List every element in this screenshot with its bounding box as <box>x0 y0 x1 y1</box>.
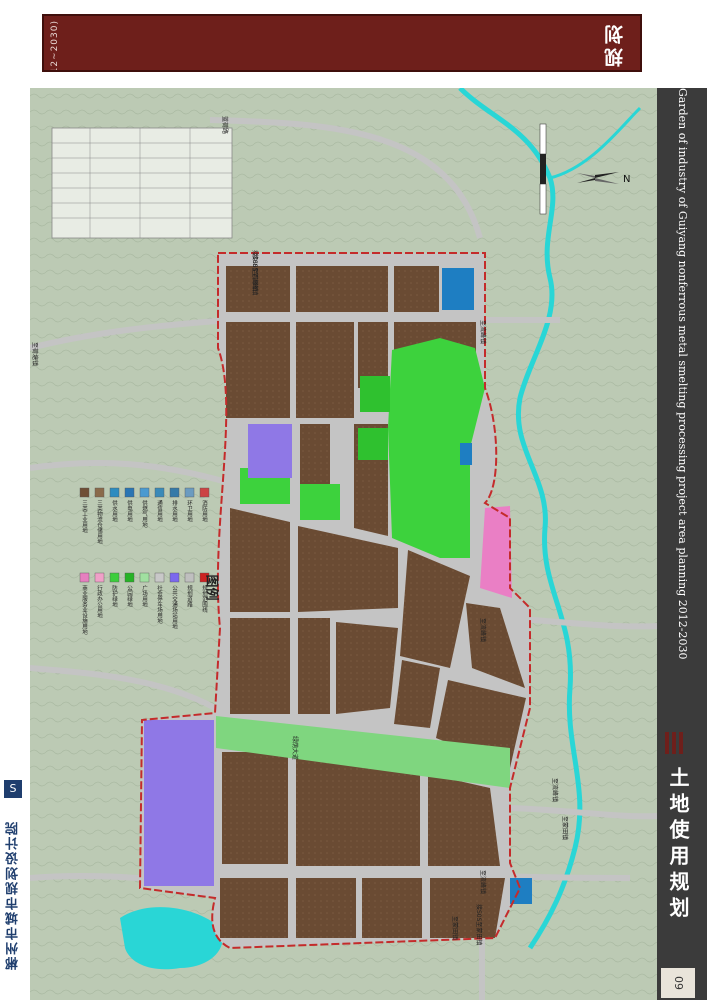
legend-label: 广场用地 <box>141 584 148 608</box>
legend-label: 社会停车场用地 <box>156 584 163 624</box>
legend-label: 三类工业用地 <box>81 500 88 533</box>
road-label: 至蒙田镇 <box>451 916 458 941</box>
legend-swatch <box>184 487 195 498</box>
land-parcel <box>220 878 288 938</box>
title-box: 桂阳工业园有色金属冶炼加工项目区总体规划 (2012~2030) <box>42 14 642 72</box>
road-label: 接S0S至蒙田镇 <box>475 904 482 946</box>
legend-label: 排水用地 <box>171 499 178 522</box>
legend-label: 行政办公用地 <box>96 584 103 619</box>
land-use-map: 三类工业用地 三类物流仓储用地 供水用地 供电用地 供燃气用地 通信用地 排水用地 环卫用地 消… <box>30 88 657 1000</box>
land-parcel <box>298 618 330 714</box>
legend-label: 三类物流仓储用地 <box>96 500 103 544</box>
legend-swatch <box>79 487 90 498</box>
legend-swatch <box>94 487 105 498</box>
legend-swatch <box>139 487 150 498</box>
land-parcel <box>230 508 290 612</box>
organization-name: 郴州市城市规划设计院 <box>6 820 21 970</box>
commercial-land <box>480 506 512 598</box>
scale-bar <box>539 123 547 215</box>
road-label: 至蒙田镇 <box>561 816 568 841</box>
buffer-green <box>360 376 390 412</box>
land-parcel <box>336 622 398 714</box>
legend-swatch <box>169 487 180 498</box>
map-title: 土地使用规划图 <box>632 767 690 923</box>
legend-label: 通信用地 <box>156 499 163 522</box>
legend-swatch <box>124 572 135 583</box>
legend-swatch <box>154 572 165 583</box>
legend-label: 防护绿地 <box>111 584 118 608</box>
legend-swatch <box>94 572 105 583</box>
decorative-stripes <box>665 732 691 754</box>
legend-label: 公共交通场站用地 <box>171 585 178 629</box>
road-label: 至流峰镇 <box>479 870 486 895</box>
legend-label: 公园绿地 <box>126 585 133 607</box>
legend-label: 规划道路 <box>186 584 193 609</box>
road-label: 至流峰镇 <box>551 778 558 803</box>
legend-swatch <box>154 487 165 498</box>
page-number: 09 <box>661 968 695 998</box>
north-label: N <box>623 174 630 185</box>
land-parcel <box>362 878 422 938</box>
legend-swatch <box>109 487 120 498</box>
buffer-green <box>300 484 340 520</box>
land-parcel <box>300 424 330 484</box>
legend-swatch <box>79 572 90 583</box>
legend-swatch <box>109 572 120 583</box>
legend-label: 供水用地 <box>111 499 118 522</box>
legend-swatch <box>169 572 180 583</box>
land-parcel <box>430 878 505 938</box>
statistics-table <box>51 127 233 239</box>
legend-swatch <box>199 487 210 498</box>
land-parcel <box>296 266 388 312</box>
legend-label: 消防用地 <box>201 499 208 522</box>
legend-label: 商业服务业设施用地 <box>81 584 88 635</box>
utility-land <box>442 268 474 310</box>
land-parcel <box>226 322 290 418</box>
road-label: 绿荫大道 <box>291 736 298 761</box>
land-parcel <box>394 266 439 312</box>
land-parcel <box>230 618 290 714</box>
legend-label: 供燃气用地 <box>141 499 148 528</box>
legend-swatch <box>184 572 195 583</box>
land-parcel <box>222 752 288 864</box>
utility-land <box>460 443 472 465</box>
legend-label: 供电用地 <box>126 499 133 522</box>
title-years: (2012~2030) <box>50 20 60 72</box>
road-label: 接S0S至流峰镇 <box>251 250 258 292</box>
legend-swatch <box>124 487 135 498</box>
legend-title: 图例 <box>203 574 219 601</box>
external-road <box>499 873 631 881</box>
public-transport-land <box>248 424 292 478</box>
road-label: 至流峰镇 <box>479 618 486 643</box>
legend-label: 环卫用地 <box>186 500 193 522</box>
main-title: 桂阳工业园有色金属冶炼加工项目区总体规划 <box>601 21 628 70</box>
land-parcel <box>296 878 356 938</box>
buffer-green <box>358 428 388 460</box>
road-label: 至流峰镇 <box>479 320 486 345</box>
legend-swatch <box>139 572 150 583</box>
public-transport-land <box>144 720 214 886</box>
road-label: 蓝荷路 <box>221 116 228 135</box>
english-title: Garden of industry of Guiyang nonferrous… <box>676 88 689 660</box>
road-label: 至荷塘镇 <box>31 342 38 367</box>
land-parcel <box>296 322 354 418</box>
